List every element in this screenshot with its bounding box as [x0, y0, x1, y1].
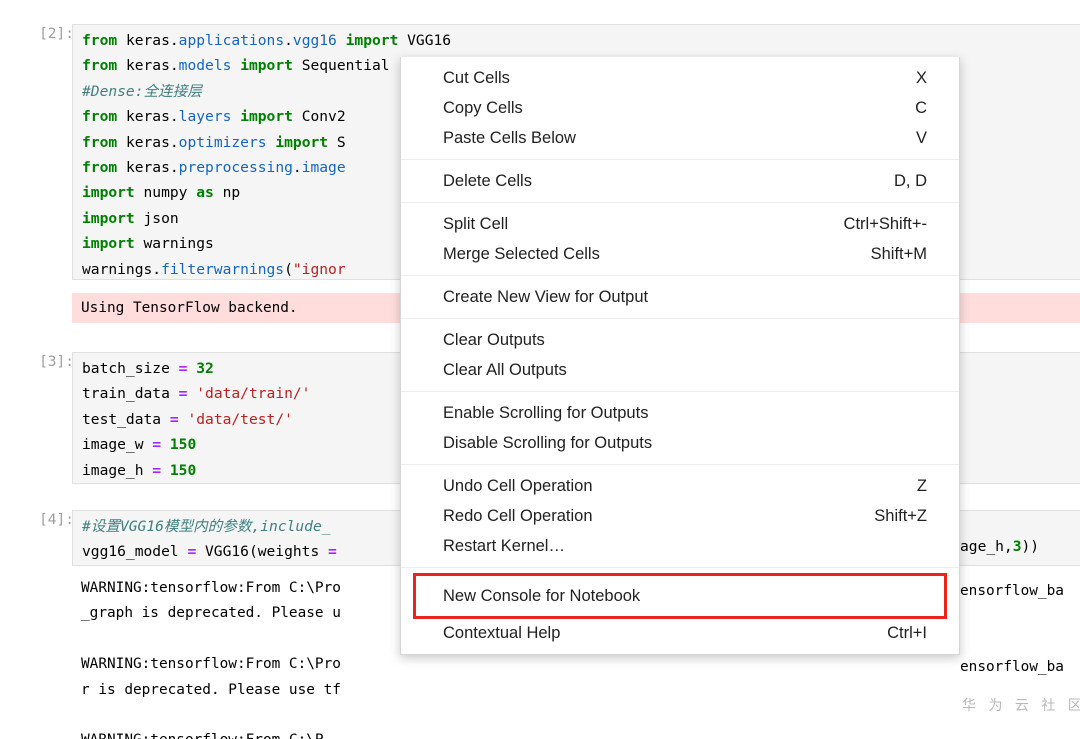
- menu-item-new-console-for-notebook[interactable]: New Console for Notebook: [413, 573, 947, 619]
- menu-item-clear-all-outputs[interactable]: Clear All Outputs: [401, 355, 959, 385]
- menu-group-4: Clear Outputs Clear All Outputs: [401, 318, 959, 391]
- menu-item-label: Contextual Help: [443, 624, 561, 642]
- code-fragment-right-4: age_h,3)): [960, 534, 1080, 560]
- menu-item-label: Enable Scrolling for Outputs: [443, 404, 649, 422]
- cell-prompt-3: [3]:: [39, 354, 74, 370]
- menu-item-label: Cut Cells: [443, 69, 510, 87]
- menu-item-shortcut: Z: [916, 477, 927, 495]
- menu-item-label: Clear All Outputs: [443, 361, 567, 379]
- menu-group-1: Delete Cells D, D: [401, 159, 959, 202]
- menu-item-delete-cells[interactable]: Delete Cells D, D: [401, 166, 959, 196]
- menu-item-label: Restart Kernel…: [443, 537, 565, 555]
- cell-context-menu[interactable]: Cut Cells X Copy Cells C Paste Cells Below V D…: [400, 57, 960, 655]
- menu-group-6: Undo Cell Operation Z Redo Cell Operation S…: [401, 464, 959, 567]
- menu-item-label: Create New View for Output: [443, 288, 649, 306]
- menu-item-label: Copy Cells: [443, 99, 523, 117]
- menu-item-shortcut: Shift+M: [870, 245, 927, 263]
- menu-item-shortcut: X: [915, 69, 927, 87]
- menu-item-copy-cells[interactable]: Copy Cells C: [401, 93, 959, 123]
- output-fragment-right-a: ensorflow_ba: [960, 583, 1064, 599]
- menu-group-2: Split Cell Ctrl+Shift+- Merge Selected Cel…: [401, 202, 959, 275]
- menu-item-clear-outputs[interactable]: Clear Outputs: [401, 325, 959, 355]
- menu-item-redo-cell-operation[interactable]: Redo Cell Operation Shift+Z: [401, 501, 959, 531]
- menu-item-label: Clear Outputs: [443, 331, 545, 349]
- menu-group-0: Cut Cells X Copy Cells C Paste Cells Below V: [401, 57, 959, 159]
- menu-group-3: Create New View for Output: [401, 275, 959, 318]
- cell-prompt-4: [4]:: [39, 512, 74, 528]
- menu-item-contextual-help[interactable]: Contextual Help Ctrl+I: [401, 618, 959, 648]
- cell-output-2-text: Using TensorFlow backend.: [81, 300, 298, 316]
- menu-item-label: Merge Selected Cells: [443, 245, 600, 263]
- menu-item-split-cell[interactable]: Split Cell Ctrl+Shift+-: [401, 209, 959, 239]
- menu-item-shortcut: C: [915, 99, 927, 117]
- menu-group-7: New Console for Notebook Contextual Help C…: [401, 567, 959, 654]
- menu-group-5: Enable Scrolling for Outputs Disable Scro…: [401, 391, 959, 464]
- cell-prompt-2: [2]:: [39, 26, 74, 42]
- menu-item-label: New Console for Notebook: [443, 587, 641, 605]
- menu-item-merge-selected-cells[interactable]: Merge Selected Cells Shift+M: [401, 239, 959, 269]
- menu-item-disable-scrolling-for-outputs[interactable]: Disable Scrolling for Outputs: [401, 428, 959, 458]
- menu-item-label: Undo Cell Operation: [443, 477, 593, 495]
- menu-item-paste-cells-below[interactable]: Paste Cells Below V: [401, 123, 959, 153]
- menu-item-label: Split Cell: [443, 215, 509, 233]
- menu-item-shortcut: V: [915, 129, 927, 147]
- menu-item-label: Redo Cell Operation: [443, 507, 593, 525]
- menu-item-enable-scrolling-for-outputs[interactable]: Enable Scrolling for Outputs: [401, 398, 959, 428]
- watermark-huawei-cloud: 华 为 云 社 区: [962, 698, 1080, 714]
- menu-item-cut-cells[interactable]: Cut Cells X: [401, 63, 959, 93]
- menu-item-shortcut: Shift+Z: [874, 507, 927, 525]
- menu-item-shortcut: D, D: [894, 172, 927, 190]
- menu-item-shortcut: Ctrl+I: [887, 624, 927, 642]
- output-fragment-right-b: ensorflow_ba: [960, 659, 1064, 675]
- menu-item-shortcut: Ctrl+Shift+-: [843, 215, 927, 233]
- menu-item-restart-kernel[interactable]: Restart Kernel…: [401, 531, 959, 561]
- menu-item-undo-cell-operation[interactable]: Undo Cell Operation Z: [401, 471, 959, 501]
- menu-item-label: Disable Scrolling for Outputs: [443, 434, 653, 452]
- menu-item-create-new-view-for-output[interactable]: Create New View for Output: [401, 282, 959, 312]
- menu-item-label: Delete Cells: [443, 172, 532, 190]
- menu-item-label: Paste Cells Below: [443, 129, 576, 147]
